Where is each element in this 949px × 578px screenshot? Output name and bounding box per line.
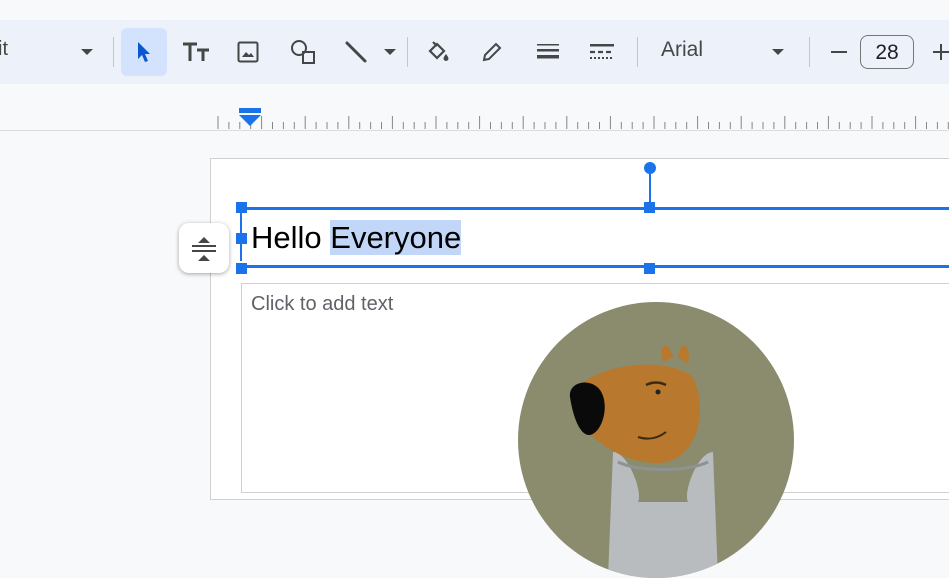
select-tool-button[interactable]: [121, 28, 167, 76]
font-size-input[interactable]: 28: [860, 35, 914, 69]
left-indent-marker: [239, 115, 261, 126]
minus-icon: [831, 51, 847, 53]
border-weight-button[interactable]: [528, 28, 568, 76]
body-placeholder-text[interactable]: Click to add text: [251, 293, 393, 316]
toolbar: it Arial 28: [0, 20, 949, 84]
resize-handle-top-left[interactable]: [236, 202, 247, 213]
text-box-button[interactable]: [176, 28, 216, 76]
top-strip: [0, 0, 949, 20]
title-text-plain: Hello: [251, 220, 331, 255]
resize-handle-bottom-center[interactable]: [644, 263, 655, 274]
pencil-icon: [482, 42, 502, 62]
title-text-selected: Everyone: [330, 220, 462, 255]
line-dropdown-icon[interactable]: [378, 28, 402, 76]
vertical-align-middle-icon: [192, 237, 216, 261]
plus-icon: [933, 44, 949, 60]
layout-button-label[interactable]: it: [0, 38, 8, 61]
toolbar-divider: [113, 37, 114, 67]
resize-handle-bottom-left[interactable]: [236, 263, 247, 274]
dog-avatar-image[interactable]: [518, 302, 794, 578]
cursor-arrow-icon: [138, 42, 150, 62]
horizontal-ruler: [0, 84, 949, 131]
paint-bucket-icon: [428, 41, 449, 61]
decrease-font-size-button[interactable]: [824, 28, 854, 76]
slide-title[interactable]: Hello Everyone: [251, 218, 462, 258]
line-icon: [345, 41, 367, 63]
fill-color-button[interactable]: [418, 28, 458, 76]
toolbar-divider: [637, 37, 638, 67]
dog-illustration: [569, 345, 718, 578]
toolbar-divider: [407, 37, 408, 67]
insert-image-button[interactable]: [228, 28, 268, 76]
line-weight-icon: [537, 44, 559, 59]
shape-button[interactable]: [283, 28, 323, 76]
line-button[interactable]: [338, 28, 374, 76]
ruler-ticks: [217, 108, 949, 129]
shapes-icon: [291, 40, 315, 64]
image-icon: [237, 41, 259, 63]
text-cursor-line: [240, 213, 242, 261]
toolbar-divider: [809, 37, 810, 67]
text-box-icon: [183, 42, 209, 61]
font-dropdown-icon[interactable]: [763, 28, 793, 76]
first-line-indent-marker: [239, 108, 261, 113]
line-dash-icon: [590, 44, 614, 59]
font-family-select[interactable]: Arial: [661, 38, 703, 62]
border-color-button[interactable]: [472, 28, 512, 76]
vertical-align-button[interactable]: [179, 223, 229, 273]
layout-dropdown-icon[interactable]: [72, 28, 102, 76]
increase-font-size-button[interactable]: [926, 28, 949, 76]
border-dash-button[interactable]: [582, 28, 622, 76]
resize-handle-top-center[interactable]: [644, 202, 655, 213]
